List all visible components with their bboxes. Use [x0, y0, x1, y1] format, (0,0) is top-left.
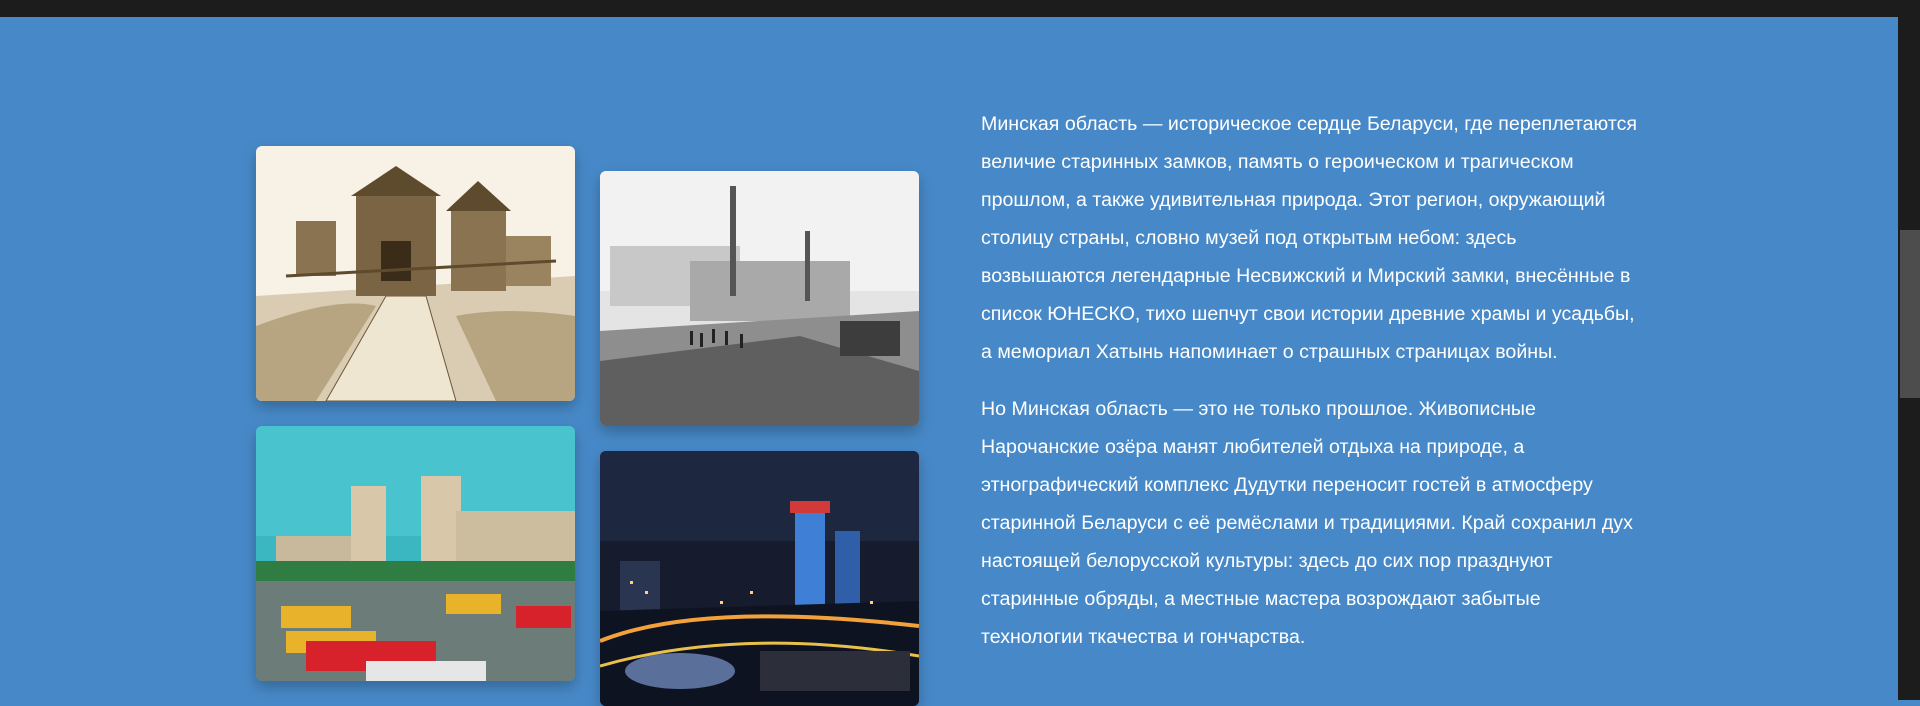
- nature-culture-paragraph: Но Минская область — это не только прошл…: [981, 398, 1633, 648]
- wooden-fortress-image: [256, 146, 575, 401]
- page-scrollbar[interactable]: [1898, 17, 1920, 700]
- scrollbar-thumb[interactable]: [1900, 230, 1920, 398]
- intro-paragraph: Минская область — историческое сердце Бе…: [981, 113, 1637, 363]
- construction-site-image: [600, 171, 919, 426]
- city-night-image: [600, 451, 919, 706]
- top-bar: [0, 0, 1920, 17]
- region-description: Минская область — историческое сердце Бе…: [981, 105, 1645, 675]
- station-square-image: [256, 426, 575, 681]
- region-info-section: Минская область — историческое сердце Бе…: [0, 17, 1898, 706]
